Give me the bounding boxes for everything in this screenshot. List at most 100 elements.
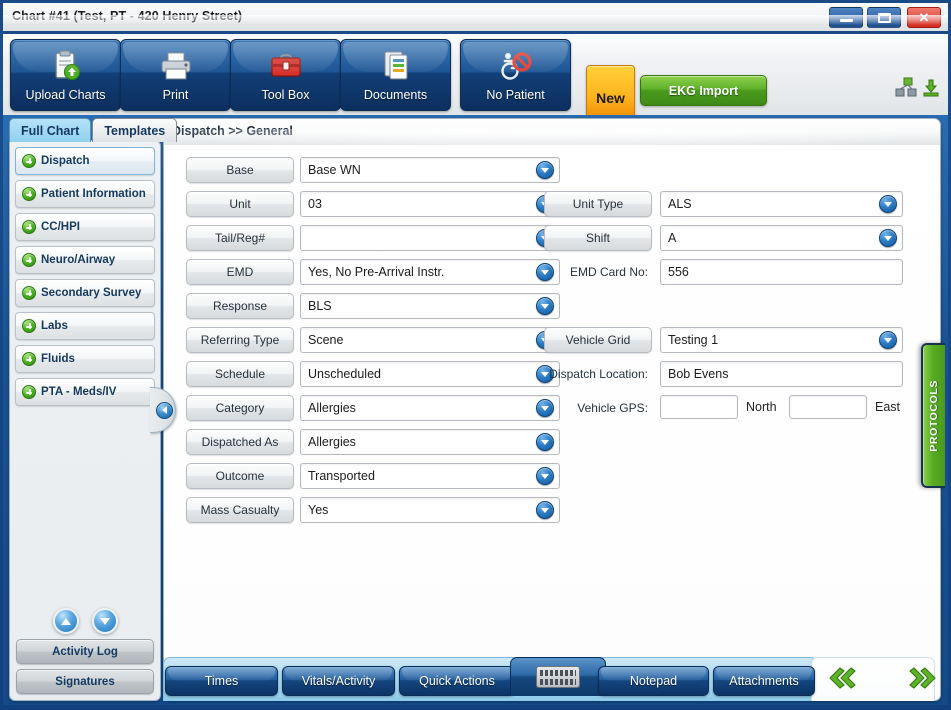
no-patient-label: No Patient (486, 88, 545, 102)
protocols-tab[interactable]: PROTOCOLS (921, 343, 945, 488)
base-label-button[interactable]: Base (186, 157, 294, 183)
shift-combo[interactable]: A (660, 225, 903, 251)
plus-icon (22, 187, 36, 201)
times-button[interactable]: Times (165, 666, 278, 696)
print-button[interactable]: Print (120, 39, 231, 111)
attachments-button[interactable]: Attachments (713, 666, 815, 696)
ekg-import-button[interactable]: EKG Import (640, 75, 767, 106)
unit-type-label-button[interactable]: Unit Type (544, 191, 652, 217)
sidebar-item-pta-meds-iv[interactable]: PTA - Meds/IV (15, 378, 155, 406)
plus-icon (22, 319, 36, 333)
documents-icon (341, 48, 450, 84)
sidebar-item-cc-hpi[interactable]: CC/HPI (15, 213, 155, 241)
emd-card-no-input[interactable]: 556 (660, 259, 903, 285)
notepad-button[interactable]: Notepad (598, 666, 709, 696)
tab-full-chart[interactable]: Full Chart (9, 118, 92, 142)
response-combo[interactable]: BLS (300, 293, 560, 319)
shift-value: A (668, 231, 677, 245)
sidebar-list: Dispatch Patient Information CC/HPI Neur… (15, 147, 155, 411)
arrow-down-icon[interactable] (91, 608, 118, 634)
window-title: Chart #41 (Test, PT - 420 Henry Street) (12, 9, 243, 23)
protocols-label: PROTOCOLS (928, 379, 940, 452)
close-button[interactable]: ✕ (907, 7, 941, 28)
referring-type-label-button[interactable]: Referring Type (186, 327, 294, 353)
keyboard-button[interactable] (510, 657, 606, 696)
base-combo[interactable]: Base WN (300, 157, 560, 183)
emd-value: Yes, No Pre-Arrival Instr. (308, 265, 445, 279)
tail-reg-combo[interactable] (300, 225, 560, 251)
dispatch-location-input[interactable]: Bob Evens (660, 361, 903, 387)
chevron-down-icon (536, 161, 554, 179)
shift-label-button[interactable]: Shift (544, 225, 652, 251)
unit-label-button[interactable]: Unit (186, 191, 294, 217)
sidebar-item-labs[interactable]: Labs (15, 312, 155, 340)
chevron-down-icon (536, 297, 554, 315)
content-header: Dispatch >> General (164, 119, 940, 151)
category-label-button[interactable]: Category (186, 395, 294, 421)
previous-page-button[interactable] (823, 664, 857, 692)
schedule-label-button[interactable]: Schedule (186, 361, 294, 387)
unit-combo[interactable]: 03 (300, 191, 560, 217)
printer-icon (121, 48, 230, 84)
dispatched-as-label-button[interactable]: Dispatched As (186, 429, 294, 455)
vehicle-gps-north-input[interactable] (660, 395, 738, 419)
sidebar-item-label: Patient Information (41, 188, 146, 200)
maximize-button[interactable] (867, 7, 901, 28)
tool-box-button[interactable]: Tool Box (230, 39, 341, 111)
documents-button[interactable]: Documents (340, 39, 451, 111)
vitals-activity-button[interactable]: Vitals/Activity (282, 666, 395, 696)
schedule-combo[interactable]: Unscheduled (300, 361, 560, 387)
vehicle-gps-label: Vehicle GPS: (577, 401, 648, 415)
arrow-up-icon[interactable] (52, 608, 79, 634)
outcome-combo[interactable]: Transported (300, 463, 560, 489)
field-row-category: Category Allergies (186, 395, 560, 421)
vehicle-gps-east-input[interactable] (789, 395, 867, 419)
field-row-vehicle-grid: Vehicle Grid Testing 1 (544, 327, 940, 353)
outcome-value: Transported (308, 469, 375, 483)
referring-type-combo[interactable]: Scene (300, 327, 560, 353)
tail-reg-label-button[interactable]: Tail/Reg# (186, 225, 294, 251)
double-chevron-right-icon (909, 667, 936, 689)
sidebar-item-fluids[interactable]: Fluids (15, 345, 155, 373)
chart-sections-sidebar: Dispatch Patient Information CC/HPI Neur… (9, 140, 161, 701)
quick-actions-button[interactable]: Quick Actions (399, 666, 515, 696)
sidebar-item-patient-information[interactable]: Patient Information (15, 180, 155, 208)
field-row-response: Response BLS (186, 293, 560, 319)
minimize-button[interactable] (829, 7, 863, 28)
network-nodes-icon[interactable] (895, 77, 919, 104)
base-value: Base WN (308, 163, 361, 177)
sidebar-item-dispatch[interactable]: Dispatch (15, 147, 155, 175)
dispatched-as-value: Allergies (308, 435, 356, 449)
emd-label-button[interactable]: EMD (186, 259, 294, 285)
emd-card-no-label: EMD Card No: (569, 265, 648, 279)
sidebar-item-secondary-survey[interactable]: Secondary Survey (15, 279, 155, 307)
emd-combo[interactable]: Yes, No Pre-Arrival Instr. (300, 259, 560, 285)
vehicle-grid-label-button[interactable]: Vehicle Grid (544, 327, 652, 353)
vehicle-grid-combo[interactable]: Testing 1 (660, 327, 903, 353)
unit-type-value: ALS (668, 197, 692, 211)
field-row-unit-type: Unit Type ALS (544, 191, 940, 217)
no-patient-icon (461, 48, 570, 84)
category-combo[interactable]: Allergies (300, 395, 560, 421)
download-icon[interactable] (923, 79, 939, 102)
field-row-emd-card-no: EMD Card No: 556 (544, 259, 940, 285)
dispatched-as-combo[interactable]: Allergies (300, 429, 560, 455)
content-panel: Dispatch >> General Base Base WN Unit 03… (163, 118, 941, 701)
signatures-button[interactable]: Signatures (16, 669, 154, 694)
outcome-label-button[interactable]: Outcome (186, 463, 294, 489)
sidebar-item-neuro-airway[interactable]: Neuro/Airway (15, 246, 155, 274)
unit-type-combo[interactable]: ALS (660, 191, 903, 217)
bottom-toolbar: Times Vitals/Activity Quick Actions Note… (163, 654, 951, 702)
next-page-button[interactable] (908, 664, 942, 692)
activity-log-button[interactable]: Activity Log (16, 639, 154, 664)
upload-charts-button[interactable]: Upload Charts (10, 39, 121, 111)
chevron-down-icon (879, 195, 897, 213)
maximize-icon (877, 12, 891, 23)
field-row-dispatch-location: Dispatch Location: Bob Evens (544, 361, 940, 387)
no-patient-button[interactable]: No Patient (460, 39, 571, 111)
tab-templates[interactable]: Templates (92, 118, 178, 142)
plus-icon (22, 286, 36, 300)
response-label-button[interactable]: Response (186, 293, 294, 319)
mass-casualty-label-button[interactable]: Mass Casualty (186, 497, 294, 523)
mass-casualty-combo[interactable]: Yes (300, 497, 560, 523)
